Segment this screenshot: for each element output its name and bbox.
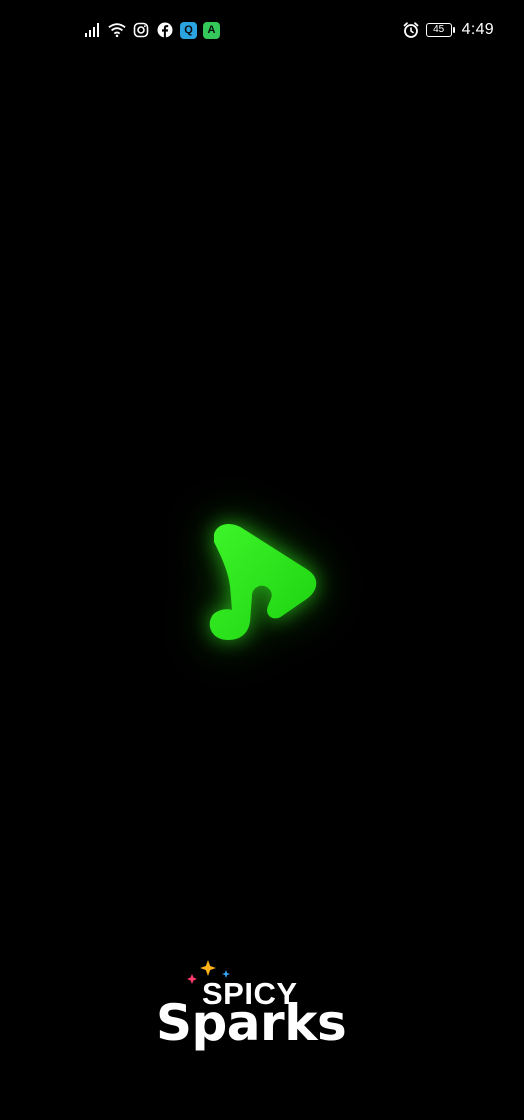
alarm-icon: [402, 21, 420, 39]
a-app-icon: A: [203, 21, 220, 39]
facebook-icon: [156, 21, 174, 39]
q-app-letter: Q: [184, 24, 193, 36]
music-note-play-icon: [209, 524, 317, 640]
q-app-icon: Q: [180, 21, 197, 39]
brand-bottom-text: Sparks: [156, 994, 347, 1052]
status-bar: Q A 45 4:49: [0, 0, 524, 60]
instagram-icon: [132, 21, 150, 39]
status-bar-left: Q A: [84, 18, 220, 42]
status-bar-right: 45 4:49: [402, 18, 494, 42]
battery-level: 45: [433, 24, 445, 35]
status-time: 4:49: [461, 21, 494, 38]
a-app-letter: A: [207, 24, 216, 36]
battery-indicator: 45: [425, 23, 455, 37]
brand-logo: SPICY Sparks: [150, 952, 380, 1062]
app-logo: [196, 518, 326, 648]
signal-icon: [84, 21, 102, 39]
wifi-icon: [108, 21, 126, 39]
